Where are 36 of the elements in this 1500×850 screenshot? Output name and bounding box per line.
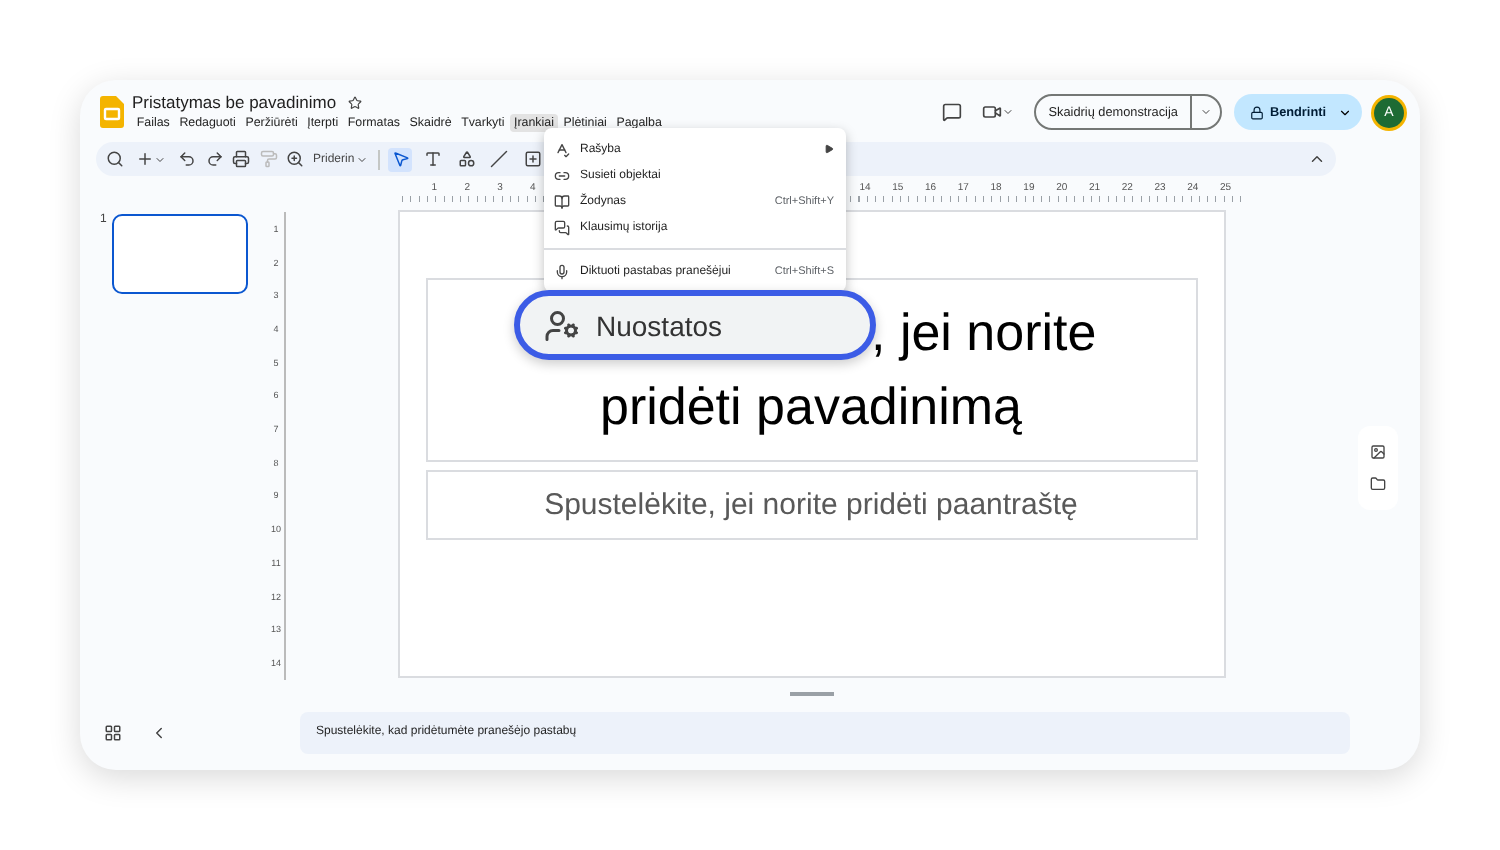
square-plus-icon[interactable] [520, 147, 545, 171]
collapse-icon[interactable] [1308, 150, 1326, 168]
image-icon[interactable] [1370, 444, 1386, 460]
text-icon[interactable] [421, 147, 446, 171]
subtitle-placeholder[interactable]: Spustelėkite, jei norite pridėti paantraštę [425, 470, 1197, 540]
comment-icon[interactable] [942, 102, 963, 122]
line-icon[interactable] [487, 147, 512, 171]
video-icon[interactable] [982, 102, 1003, 122]
spellcheck-icon [554, 141, 570, 157]
slide-thumbnail[interactable] [112, 214, 249, 294]
chat-icon [554, 219, 570, 235]
grid-icon[interactable] [104, 723, 122, 741]
folder-icon[interactable] [1370, 476, 1386, 492]
title-text: pridėti pavadinimą [599, 374, 1022, 440]
lock-icon [1249, 105, 1264, 119]
caret-icon[interactable] [1338, 105, 1352, 119]
settings-menu-option[interactable]: Nuostatos [514, 290, 876, 360]
resize-handle[interactable] [789, 692, 833, 696]
link-icon [554, 167, 570, 183]
print-icon[interactable] [232, 150, 250, 168]
search-icon[interactable] [106, 150, 124, 168]
chevron-left-icon[interactable] [150, 723, 168, 741]
pointer-icon[interactable] [388, 147, 413, 171]
undo-icon[interactable] [178, 150, 196, 168]
user-gear-icon [544, 307, 580, 343]
redo-icon[interactable] [205, 150, 223, 168]
microphone-icon [554, 263, 570, 279]
caret-icon [356, 153, 369, 165]
title-text: , jei norite [871, 300, 1097, 366]
shapes-icon[interactable] [454, 147, 479, 171]
star-icon[interactable] [348, 95, 363, 109]
zoom-icon[interactable] [286, 150, 304, 168]
document-title[interactable]: Pristatymas be pavadinimo [132, 92, 337, 112]
plus-icon[interactable] [136, 150, 154, 168]
book-icon [554, 193, 570, 209]
subtitle-text: Spustelėkite, jei norite pridėti paantraštę [544, 488, 1078, 522]
